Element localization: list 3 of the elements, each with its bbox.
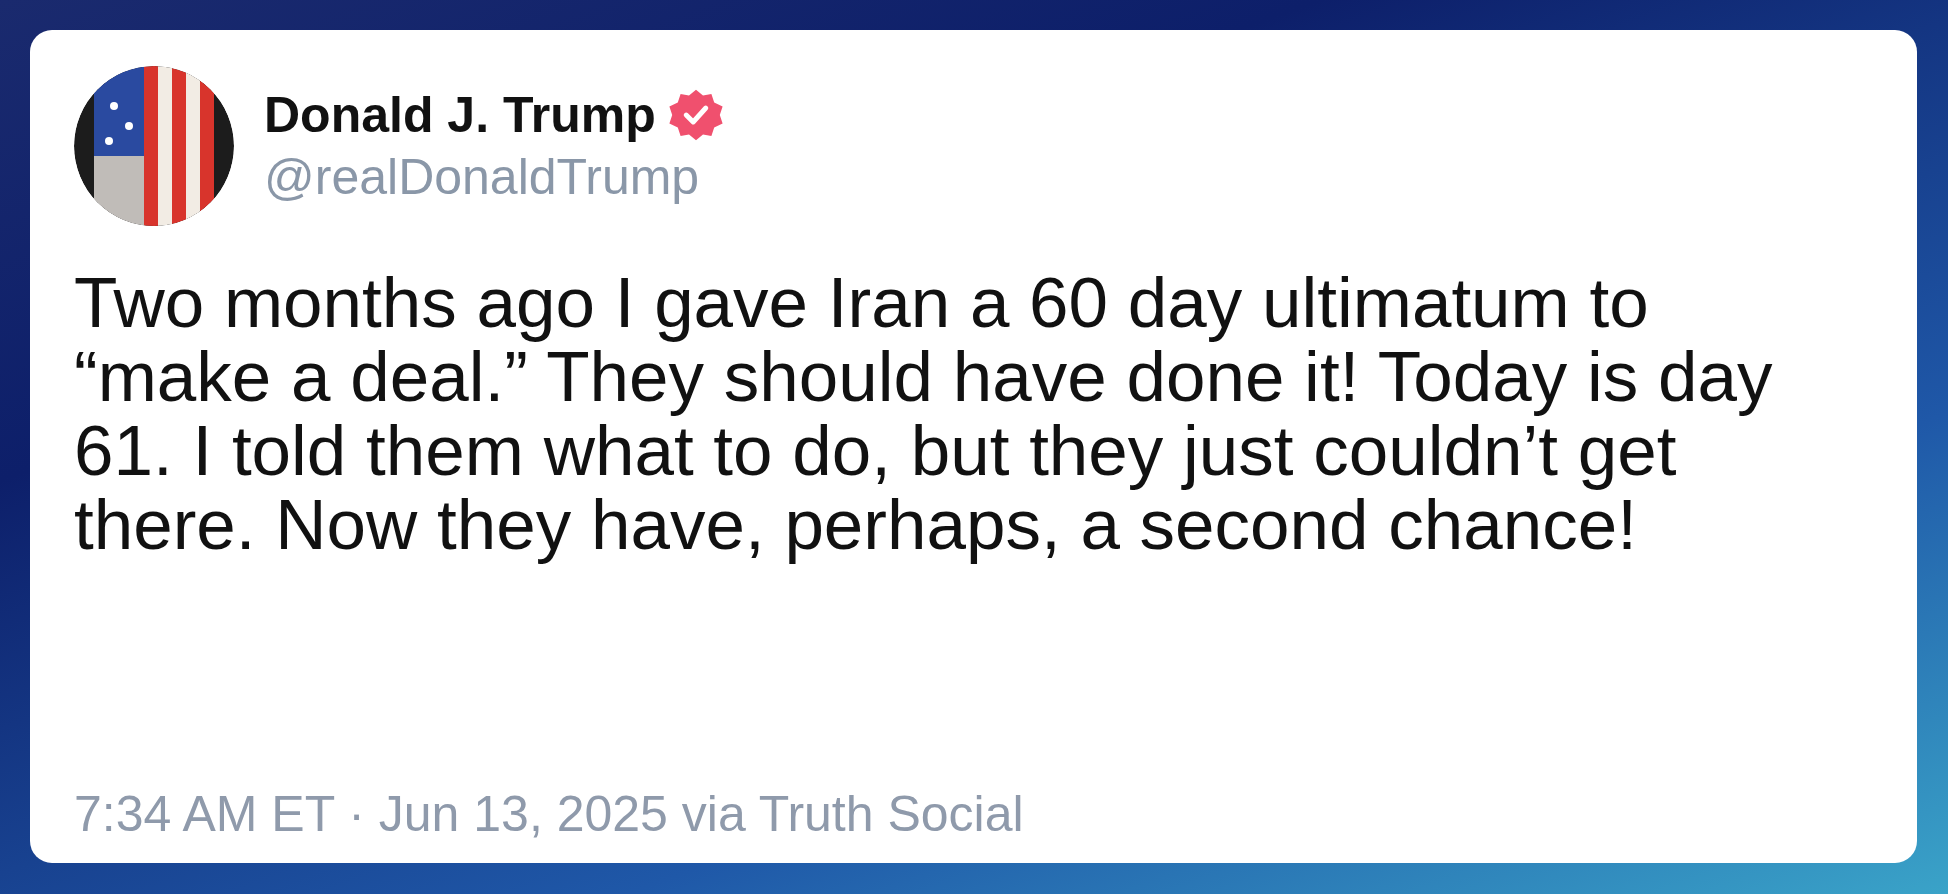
author-name[interactable]: Donald J. Trump [264,86,656,144]
post-text: Two months ago I gave Iran a 60 day ultimatum to “make a deal.” They should have done it! Today is day 61. I told them what to do, but they just couldn’t get there. Now they have, perhaps, a second chance! [74,266,1774,562]
post-timestamp: 7:34 AM ET · Jun 13, 2025 via Truth Social [74,785,1025,843]
